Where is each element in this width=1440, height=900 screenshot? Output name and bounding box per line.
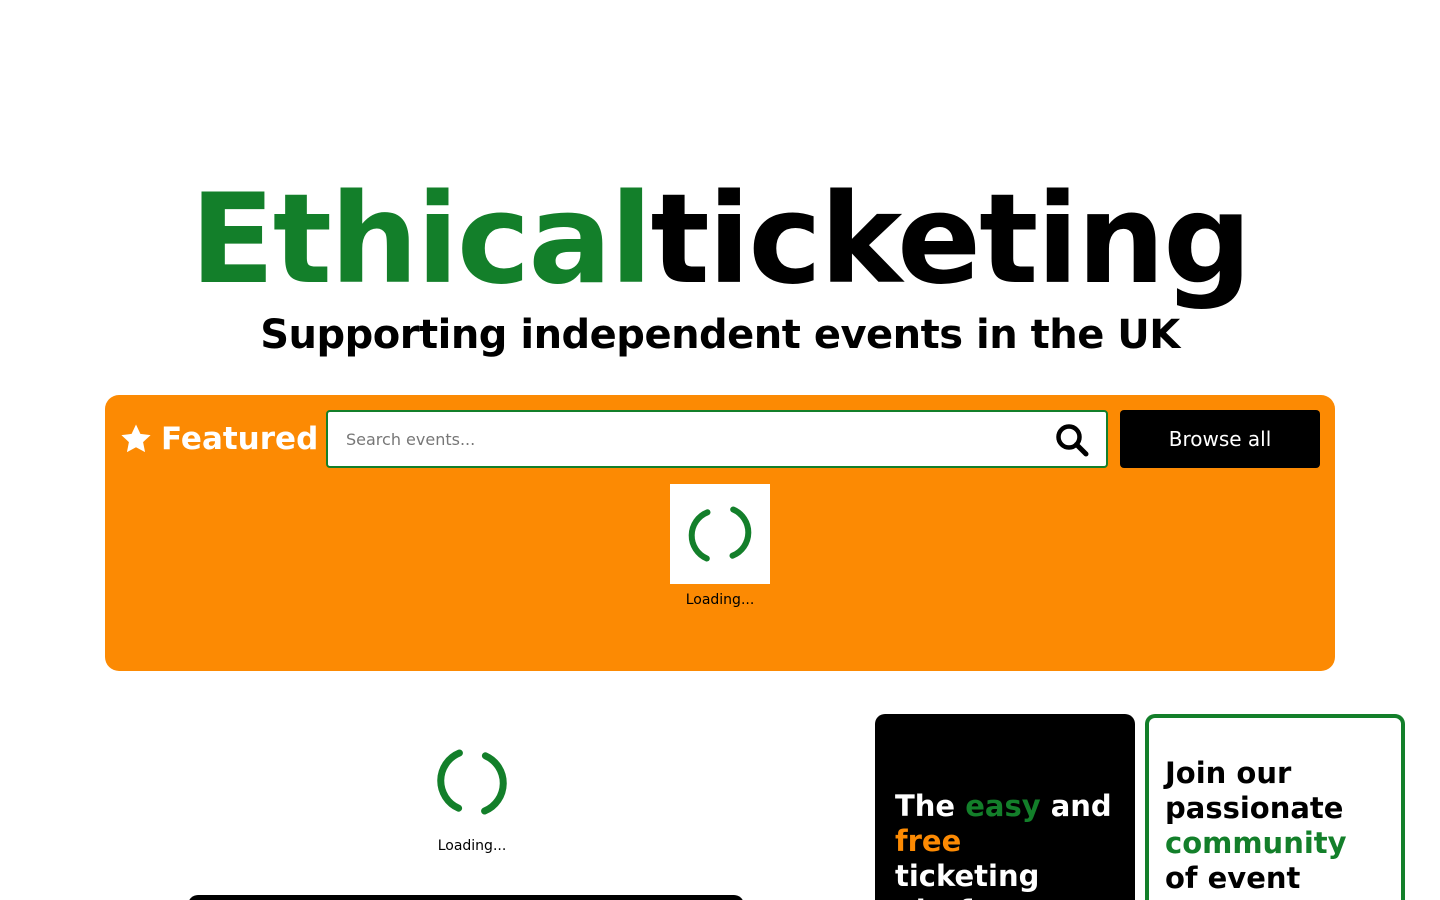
featured-loader	[670, 484, 770, 584]
promo-text: ticketing platform	[895, 859, 1040, 900]
search-input[interactable]	[346, 412, 1026, 466]
promo-text: Join our passionate	[1165, 756, 1344, 825]
promo-text: The	[895, 789, 966, 823]
promo-text: of event	[1165, 861, 1301, 895]
promo-highlight-free: free	[895, 824, 962, 858]
site-title-ticketing: ticketing	[650, 168, 1252, 312]
page: Ethicalticketing Supporting independent …	[0, 0, 1440, 900]
site-subtitle: Supporting independent events in the UK	[260, 312, 1180, 358]
promo-card-free-platform: The easy and free ticketing platform	[875, 714, 1135, 900]
featured-heading: Featured	[119, 417, 318, 461]
star-icon	[121, 424, 151, 453]
featured-loading-text: Loading...	[685, 592, 755, 608]
loading-spinner-icon	[437, 749, 507, 815]
site-title-ethical: Ethical	[190, 168, 652, 312]
site-title: Ethicalticketing	[0, 165, 1440, 315]
featured-label: Featured	[161, 421, 319, 457]
featured-panel: Featured Browse all Loading...	[105, 395, 1335, 671]
content-bar	[188, 895, 744, 900]
promo-highlight-community: community	[1165, 826, 1347, 860]
lower-loading-text: Loading...	[437, 838, 507, 854]
promo-text: and	[1040, 789, 1112, 823]
search-box[interactable]	[326, 410, 1108, 468]
promo-highlight-easy: easy	[965, 789, 1041, 823]
promo-card-community: Join our passionate community of event	[1145, 714, 1405, 900]
browse-all-button[interactable]: Browse all	[1120, 410, 1320, 468]
loading-spinner-icon	[688, 506, 752, 562]
search-icon[interactable]	[1054, 422, 1090, 458]
